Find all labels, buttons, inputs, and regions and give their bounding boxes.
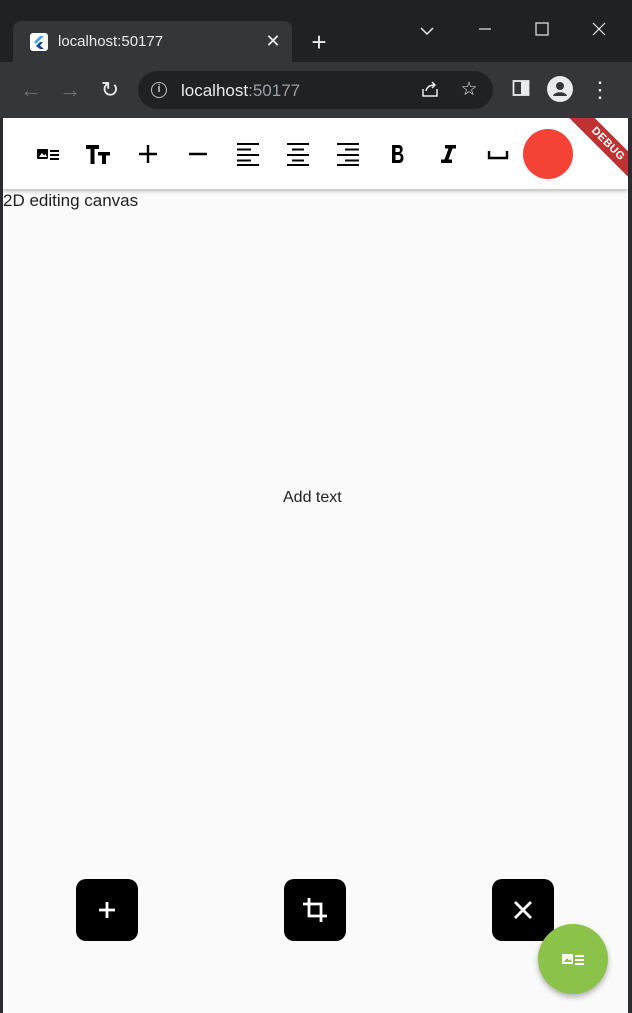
maximize-icon[interactable] <box>522 18 562 42</box>
text-size-icon[interactable] <box>82 138 114 170</box>
share-icon[interactable] <box>419 79 441 101</box>
minimize-icon[interactable] <box>465 18 505 42</box>
window-border-right <box>628 118 632 1013</box>
menu-kebab-icon[interactable]: ⋮ <box>586 76 614 104</box>
bold-icon[interactable] <box>382 138 414 170</box>
app-viewport: DEBUG 2D editing canvas Add text <box>3 118 628 1013</box>
add-button[interactable] <box>76 879 138 941</box>
reload-icon[interactable]: ↻ <box>96 76 124 104</box>
editor-toolbar: DEBUG <box>3 118 628 204</box>
minus-icon[interactable] <box>182 138 214 170</box>
tab-title: localhost:50177 <box>58 33 164 50</box>
italic-icon[interactable] <box>432 138 464 170</box>
side-panel-icon[interactable] <box>507 76 535 104</box>
image-text-icon[interactable] <box>32 138 64 170</box>
align-right-icon[interactable] <box>332 138 364 170</box>
address-port: :50177 <box>248 81 301 100</box>
browser-toolbar: ← → ↻ i localhost:50177 ☆ ⋮ <box>0 62 632 118</box>
align-left-icon[interactable] <box>232 138 264 170</box>
add-icon <box>99 902 115 918</box>
bookmark-star-icon[interactable]: ☆ <box>458 79 480 101</box>
new-tab-icon[interactable]: + <box>305 28 333 56</box>
browser-tab[interactable]: localhost:50177 ✕ <box>13 21 292 62</box>
tab-search-icon[interactable] <box>407 18 447 42</box>
image-text-fab-icon <box>562 954 584 965</box>
profile-icon[interactable] <box>546 76 574 104</box>
address-host: localhost <box>181 81 249 100</box>
back-icon[interactable]: ← <box>17 76 45 104</box>
add-text-placeholder[interactable]: Add text <box>283 488 342 508</box>
image-text-fab[interactable] <box>538 924 608 994</box>
flutter-favicon-icon <box>30 33 48 51</box>
canvas-title: 2D editing canvas <box>3 191 139 210</box>
space-icon[interactable] <box>482 138 514 170</box>
address-url: localhost:50177 <box>181 81 300 100</box>
crop-button[interactable] <box>284 879 346 941</box>
browser-tabstrip: localhost:50177 ✕ + <box>0 0 632 62</box>
close-icon <box>514 901 532 919</box>
address-bar[interactable]: i localhost:50177 ☆ <box>138 71 493 109</box>
close-window-icon[interactable] <box>579 18 619 42</box>
tab-close-icon[interactable]: ✕ <box>261 29 285 53</box>
close-button[interactable] <box>492 879 554 941</box>
site-info-icon[interactable]: i <box>151 82 167 98</box>
plus-icon[interactable] <box>132 138 164 170</box>
crop-icon <box>303 898 327 922</box>
forward-icon[interactable]: → <box>56 76 84 104</box>
color-picker-button[interactable] <box>523 129 573 179</box>
align-center-icon[interactable] <box>282 138 314 170</box>
